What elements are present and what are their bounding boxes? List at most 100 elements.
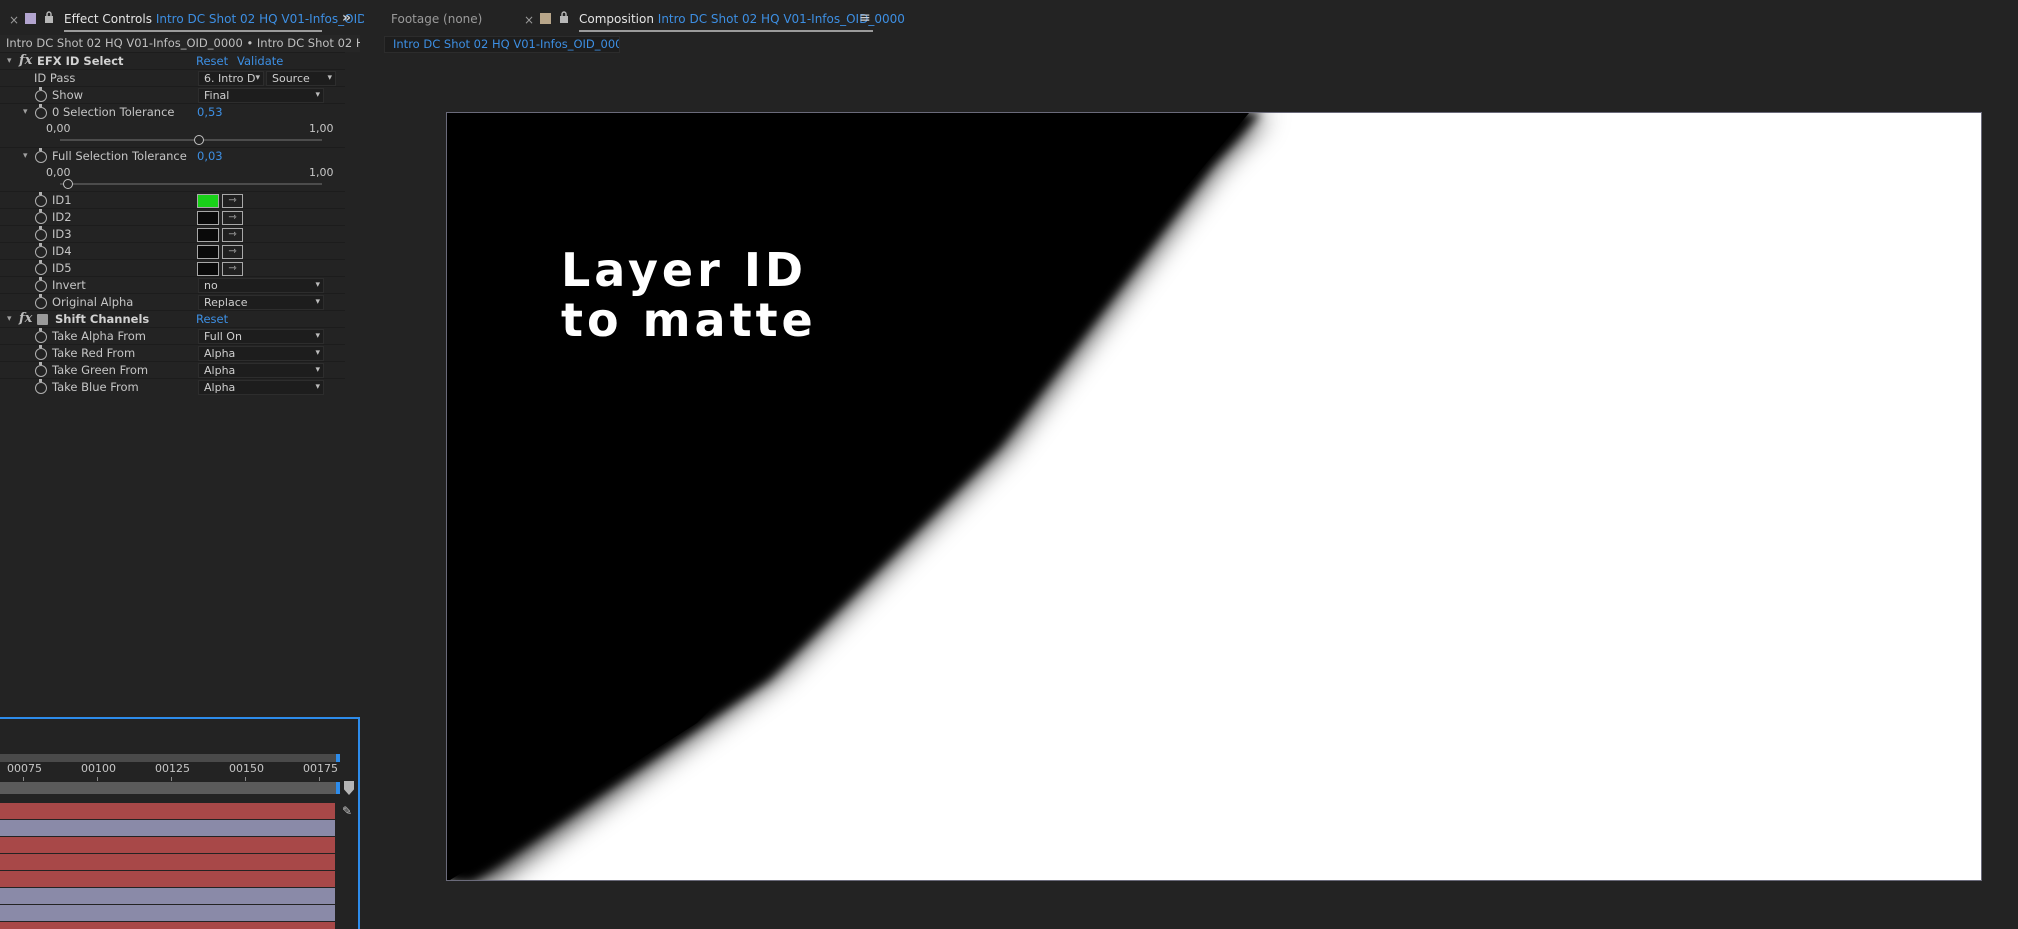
source-dropdown[interactable]: Source ▾ <box>266 71 336 86</box>
close-tab-icon[interactable]: × <box>524 13 534 27</box>
full-selection-tolerance-value[interactable]: 0,03 <box>197 148 223 165</box>
effect-name: Shift Channels <box>55 312 150 326</box>
invert-row: Invert no ▾ <box>0 276 345 293</box>
stopwatch-icon[interactable] <box>35 260 47 275</box>
pen-icon[interactable]: ✎ <box>342 804 352 818</box>
footage-tab[interactable]: Footage (none) <box>391 12 482 26</box>
eyedropper-icon[interactable]: ⇾ <box>222 211 243 225</box>
take-green-dropdown[interactable]: Alpha ▾ <box>198 363 324 378</box>
collapse-twirl-icon[interactable]: ▾ <box>23 104 28 121</box>
full-selection-tolerance-slider-track[interactable] <box>60 183 322 185</box>
ruler-tick <box>245 777 246 781</box>
selection-tolerance-slider-track[interactable] <box>60 139 322 141</box>
selection-tolerance-value[interactable]: 0,53 <box>197 104 223 121</box>
close-tab-icon[interactable]: × <box>9 13 19 27</box>
id3-label: ID3 <box>52 227 72 241</box>
id2-color-swatch[interactable] <box>197 211 219 225</box>
take-blue-dropdown[interactable]: Alpha ▾ <box>198 380 324 395</box>
time-ruler[interactable] <box>0 782 340 794</box>
stopwatch-icon[interactable] <box>35 294 47 309</box>
composition-tab[interactable]: Composition Intro DC Shot 02 HQ V01-Info… <box>579 12 905 26</box>
original-alpha-label: Original Alpha <box>52 295 134 309</box>
full-selection-tolerance-slider-thumb[interactable] <box>62 179 73 189</box>
collapse-twirl-icon[interactable]: ▾ <box>23 148 28 165</box>
chevron-down-icon: ▾ <box>315 297 320 307</box>
id5-label: ID5 <box>52 261 72 275</box>
time-ruler-label: 00100 <box>81 762 116 775</box>
layer-duration-bar[interactable] <box>0 905 335 921</box>
lock-icon[interactable] <box>559 11 569 26</box>
composition-canvas[interactable]: Layer ID to matte <box>446 112 1982 881</box>
layer-duration-bar[interactable] <box>0 922 335 929</box>
work-area-bar[interactable] <box>0 754 340 762</box>
layer-duration-bar[interactable] <box>0 888 335 904</box>
stopwatch-icon[interactable] <box>35 209 47 224</box>
layer-duration-bar[interactable] <box>0 820 335 836</box>
id-pass-label: ID Pass <box>34 71 76 85</box>
eyedropper-icon[interactable]: ⇾ <box>222 228 243 242</box>
stopwatch-icon[interactable] <box>35 148 47 163</box>
layer-duration-bar[interactable] <box>0 871 335 887</box>
full-selection-tolerance-range-row: 0,00 1,00 <box>0 164 345 181</box>
id5-color-swatch[interactable] <box>197 262 219 276</box>
stopwatch-icon[interactable] <box>35 243 47 258</box>
shift-channels-row[interactable]: ▾ fx Shift Channels Reset <box>0 310 345 327</box>
stopwatch-icon[interactable] <box>35 345 47 360</box>
panel-menu-icon[interactable]: ≡ <box>859 10 871 26</box>
layer-duration-bar[interactable] <box>0 854 335 870</box>
id4-color-swatch[interactable] <box>197 245 219 259</box>
invert-dropdown[interactable]: no ▾ <box>198 278 324 293</box>
selection-tolerance-range-row: 0,00 1,00 <box>0 120 345 137</box>
stopwatch-icon[interactable] <box>35 328 47 343</box>
effect-controls-panel: × Effect Controls Intro DC Shot 02 HQ V0… <box>0 0 372 929</box>
efx-id-select-row[interactable]: ▾ fx EFX ID Select Reset Validate <box>0 52 345 69</box>
layer-duration-bar[interactable] <box>0 837 335 853</box>
stopwatch-icon[interactable] <box>35 104 47 119</box>
id1-label: ID1 <box>52 193 72 207</box>
eyedropper-icon[interactable]: ⇾ <box>222 262 243 276</box>
show-dropdown[interactable]: Final ▾ <box>198 88 324 103</box>
timeline-panel: 00075 00100 00125 00150 00175 ✎ <box>0 717 360 929</box>
effect-controls-tab[interactable]: Effect Controls Intro DC Shot 02 HQ V01-… <box>64 12 372 26</box>
selection-tolerance-slider-thumb[interactable] <box>193 135 204 145</box>
validate-link[interactable]: Validate <box>237 53 283 70</box>
id1-color-swatch[interactable] <box>197 194 219 208</box>
lock-icon[interactable] <box>44 11 54 26</box>
stopwatch-icon[interactable] <box>35 362 47 377</box>
panel-color-swatch <box>25 13 36 24</box>
stopwatch-icon[interactable] <box>35 192 47 207</box>
overlay-title-line1: Layer ID <box>561 243 808 297</box>
layer-duration-bar[interactable] <box>0 803 335 819</box>
selection-tolerance-row: ▾ 0 Selection Tolerance 0,53 <box>0 103 345 120</box>
effect-name: EFX ID Select <box>37 54 124 68</box>
chevron-down-icon: ▾ <box>255 73 260 83</box>
composition-navigator-tab[interactable]: Intro DC Shot 02 HQ V01-Infos_OID_0000 <box>384 36 620 53</box>
chevron-down-icon: ▾ <box>315 382 320 392</box>
id4-label: ID4 <box>52 244 72 258</box>
time-ruler-label: 00075 <box>7 762 42 775</box>
eyedropper-icon[interactable]: ⇾ <box>222 194 243 208</box>
fx-icon[interactable]: fx <box>19 310 32 327</box>
take-alpha-dropdown[interactable]: Full On ▾ <box>198 329 324 344</box>
collapse-twirl-icon[interactable]: ▾ <box>7 311 12 328</box>
id3-color-swatch[interactable] <box>197 228 219 242</box>
stopwatch-icon[interactable] <box>35 226 47 241</box>
full-selection-tolerance-label: Full Selection Tolerance <box>52 149 187 163</box>
eyedropper-icon[interactable]: ⇾ <box>222 245 243 259</box>
reset-link[interactable]: Reset <box>196 311 228 328</box>
reset-link[interactable]: Reset <box>196 53 228 70</box>
original-alpha-dropdown[interactable]: Replace ▾ <box>198 295 324 310</box>
panel-overflow-icon[interactable]: » <box>342 10 351 26</box>
effect-controls-tabbar: × Effect Controls Intro DC Shot 02 HQ V0… <box>0 0 372 36</box>
playhead-handle[interactable] <box>344 781 354 795</box>
collapse-twirl-icon[interactable]: ▾ <box>7 53 12 70</box>
id-pass-dropdown[interactable]: 6. Intro D ▾ <box>198 71 264 86</box>
take-red-dropdown[interactable]: Alpha ▾ <box>198 346 324 361</box>
id1-row: ID1 ⇾ <box>0 191 345 208</box>
stopwatch-icon[interactable] <box>35 277 47 292</box>
fx-icon[interactable]: fx <box>19 52 32 69</box>
stopwatch-icon[interactable] <box>35 87 47 102</box>
chevron-down-icon: ▾ <box>327 73 332 83</box>
stopwatch-icon[interactable] <box>35 379 47 394</box>
id5-row: ID5 ⇾ <box>0 259 345 276</box>
